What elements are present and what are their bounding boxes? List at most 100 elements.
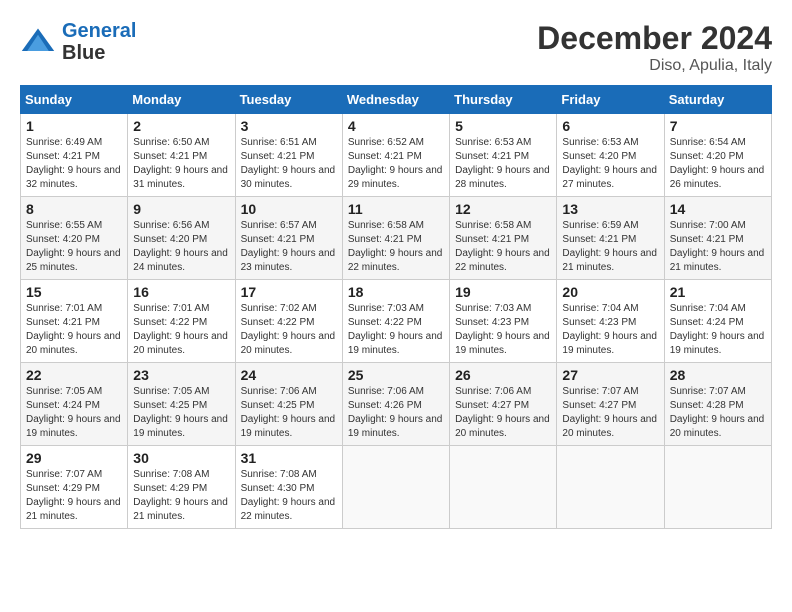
calendar-cell: 26 Sunrise: 7:06 AMSunset: 4:27 PMDayligh… bbox=[450, 363, 557, 446]
calendar-table: SundayMondayTuesdayWednesdayThursdayFrid… bbox=[20, 85, 772, 529]
day-info: Sunrise: 6:51 AMSunset: 4:21 PMDaylight:… bbox=[241, 136, 337, 192]
day-number: 24 bbox=[241, 367, 337, 383]
title-area: December 2024 Diso, Apulia, Italy bbox=[537, 20, 772, 75]
day-number: 15 bbox=[26, 284, 122, 300]
column-header-tuesday: Tuesday bbox=[235, 86, 342, 114]
column-header-sunday: Sunday bbox=[21, 86, 128, 114]
logo-line2: Blue bbox=[62, 42, 136, 64]
calendar-cell: 31Sunrise: 7:08 AMSunset: 4:30 PMDayligh… bbox=[235, 446, 342, 529]
day-number: 6 bbox=[562, 118, 658, 134]
day-info: Sunrise: 7:08 AMSunset: 4:29 PMDaylight:… bbox=[133, 468, 229, 524]
calendar-cell: 12 Sunrise: 6:58 AMSunset: 4:21 PMDayligh… bbox=[450, 197, 557, 280]
day-number: 16 bbox=[133, 284, 229, 300]
day-number: 8 bbox=[26, 201, 122, 217]
calendar-cell: 25Sunrise: 7:06 AMSunset: 4:26 PMDayligh… bbox=[342, 363, 449, 446]
calendar-cell: 17 Sunrise: 7:02 AMSunset: 4:22 PMDayligh… bbox=[235, 280, 342, 363]
day-number: 13 bbox=[562, 201, 658, 217]
calendar-week-5: 29 Sunrise: 7:07 AMSunset: 4:29 PMDayligh… bbox=[21, 446, 772, 529]
calendar-cell: 24 Sunrise: 7:06 AMSunset: 4:25 PMDayligh… bbox=[235, 363, 342, 446]
column-header-friday: Friday bbox=[557, 86, 664, 114]
calendar-cell: 20 Sunrise: 7:04 AMSunset: 4:23 PMDayligh… bbox=[557, 280, 664, 363]
calendar-cell: 13 Sunrise: 6:59 AMSunset: 4:21 PMDayligh… bbox=[557, 197, 664, 280]
day-info: Sunrise: 7:01 AMSunset: 4:22 PMDaylight:… bbox=[133, 302, 229, 358]
calendar-cell: 14 Sunrise: 7:00 AMSunset: 4:21 PMDayligh… bbox=[664, 197, 771, 280]
page-header: General Blue December 2024 Diso, Apulia,… bbox=[20, 20, 772, 75]
day-info: Sunrise: 6:50 AMSunset: 4:21 PMDaylight:… bbox=[133, 136, 229, 192]
calendar-cell: 30Sunrise: 7:08 AMSunset: 4:29 PMDayligh… bbox=[128, 446, 235, 529]
calendar-cell bbox=[342, 446, 449, 529]
month-title: December 2024 bbox=[537, 20, 772, 57]
day-info: Sunrise: 7:05 AMSunset: 4:24 PMDaylight:… bbox=[26, 385, 122, 441]
column-header-wednesday: Wednesday bbox=[342, 86, 449, 114]
calendar-cell: 5 Sunrise: 6:53 AMSunset: 4:21 PMDaylight… bbox=[450, 114, 557, 197]
day-number: 1 bbox=[26, 118, 122, 134]
calendar-week-1: 1 Sunrise: 6:49 AMSunset: 4:21 PMDaylight… bbox=[21, 114, 772, 197]
calendar-cell: 10 Sunrise: 6:57 AMSunset: 4:21 PMDayligh… bbox=[235, 197, 342, 280]
day-info: Sunrise: 7:05 AMSunset: 4:25 PMDaylight:… bbox=[133, 385, 229, 441]
calendar-cell bbox=[664, 446, 771, 529]
calendar-cell: 15 Sunrise: 7:01 AMSunset: 4:21 PMDayligh… bbox=[21, 280, 128, 363]
calendar-cell: 8Sunrise: 6:55 AMSunset: 4:20 PMDaylight… bbox=[21, 197, 128, 280]
day-number: 11 bbox=[348, 201, 444, 217]
calendar-cell: 21 Sunrise: 7:04 AMSunset: 4:24 PMDayligh… bbox=[664, 280, 771, 363]
day-info: Sunrise: 7:02 AMSunset: 4:22 PMDaylight:… bbox=[241, 302, 337, 358]
calendar-week-4: 22 Sunrise: 7:05 AMSunset: 4:24 PMDayligh… bbox=[21, 363, 772, 446]
calendar-cell: 27 Sunrise: 7:07 AMSunset: 4:27 PMDayligh… bbox=[557, 363, 664, 446]
day-number: 20 bbox=[562, 284, 658, 300]
day-info: Sunrise: 6:58 AMSunset: 4:21 PMDaylight:… bbox=[348, 219, 444, 275]
calendar-cell: 23 Sunrise: 7:05 AMSunset: 4:25 PMDayligh… bbox=[128, 363, 235, 446]
day-number: 22 bbox=[26, 367, 122, 383]
day-info: Sunrise: 7:07 AMSunset: 4:27 PMDaylight:… bbox=[562, 385, 658, 441]
day-info: Sunrise: 7:01 AMSunset: 4:21 PMDaylight:… bbox=[26, 302, 122, 358]
day-number: 29 bbox=[26, 450, 122, 466]
day-info: Sunrise: 7:04 AMSunset: 4:23 PMDaylight:… bbox=[562, 302, 658, 358]
day-info: Sunrise: 7:00 AMSunset: 4:21 PMDaylight:… bbox=[670, 219, 766, 275]
day-info: Sunrise: 6:53 AMSunset: 4:21 PMDaylight:… bbox=[455, 136, 551, 192]
logo-icon bbox=[20, 24, 56, 60]
logo-line1: General bbox=[62, 20, 136, 42]
day-number: 9 bbox=[133, 201, 229, 217]
calendar-cell: 16 Sunrise: 7:01 AMSunset: 4:22 PMDayligh… bbox=[128, 280, 235, 363]
calendar-header-row: SundayMondayTuesdayWednesdayThursdayFrid… bbox=[21, 86, 772, 114]
calendar-week-2: 8Sunrise: 6:55 AMSunset: 4:20 PMDaylight… bbox=[21, 197, 772, 280]
day-number: 4 bbox=[348, 118, 444, 134]
day-info: Sunrise: 7:04 AMSunset: 4:24 PMDaylight:… bbox=[670, 302, 766, 358]
day-number: 31 bbox=[241, 450, 337, 466]
calendar-week-3: 15 Sunrise: 7:01 AMSunset: 4:21 PMDayligh… bbox=[21, 280, 772, 363]
day-info: Sunrise: 7:06 AMSunset: 4:25 PMDaylight:… bbox=[241, 385, 337, 441]
day-number: 19 bbox=[455, 284, 551, 300]
day-number: 27 bbox=[562, 367, 658, 383]
day-info: Sunrise: 6:54 AMSunset: 4:20 PMDaylight:… bbox=[670, 136, 766, 192]
day-info: Sunrise: 6:57 AMSunset: 4:21 PMDaylight:… bbox=[241, 219, 337, 275]
day-info: Sunrise: 6:56 AMSunset: 4:20 PMDaylight:… bbox=[133, 219, 229, 275]
day-number: 26 bbox=[455, 367, 551, 383]
day-number: 10 bbox=[241, 201, 337, 217]
day-number: 12 bbox=[455, 201, 551, 217]
column-header-thursday: Thursday bbox=[450, 86, 557, 114]
day-number: 23 bbox=[133, 367, 229, 383]
calendar-cell: 1 Sunrise: 6:49 AMSunset: 4:21 PMDaylight… bbox=[21, 114, 128, 197]
calendar-cell: 6Sunrise: 6:53 AMSunset: 4:20 PMDaylight… bbox=[557, 114, 664, 197]
day-number: 17 bbox=[241, 284, 337, 300]
day-info: Sunrise: 7:06 AMSunset: 4:27 PMDaylight:… bbox=[455, 385, 551, 441]
day-info: Sunrise: 6:49 AMSunset: 4:21 PMDaylight:… bbox=[26, 136, 122, 192]
calendar-cell bbox=[450, 446, 557, 529]
day-info: Sunrise: 7:07 AMSunset: 4:28 PMDaylight:… bbox=[670, 385, 766, 441]
day-number: 14 bbox=[670, 201, 766, 217]
day-number: 3 bbox=[241, 118, 337, 134]
day-number: 21 bbox=[670, 284, 766, 300]
day-info: Sunrise: 6:58 AMSunset: 4:21 PMDaylight:… bbox=[455, 219, 551, 275]
day-number: 18 bbox=[348, 284, 444, 300]
day-number: 2 bbox=[133, 118, 229, 134]
calendar-cell: 28Sunrise: 7:07 AMSunset: 4:28 PMDayligh… bbox=[664, 363, 771, 446]
day-number: 5 bbox=[455, 118, 551, 134]
calendar-cell: 4 Sunrise: 6:52 AMSunset: 4:21 PMDaylight… bbox=[342, 114, 449, 197]
calendar-cell: 19Sunrise: 7:03 AMSunset: 4:23 PMDayligh… bbox=[450, 280, 557, 363]
calendar-cell bbox=[557, 446, 664, 529]
day-info: Sunrise: 6:52 AMSunset: 4:21 PMDaylight:… bbox=[348, 136, 444, 192]
day-info: Sunrise: 7:07 AMSunset: 4:29 PMDaylight:… bbox=[26, 468, 122, 524]
calendar-cell: 22 Sunrise: 7:05 AMSunset: 4:24 PMDayligh… bbox=[21, 363, 128, 446]
logo-text: General Blue bbox=[62, 20, 136, 64]
day-number: 7 bbox=[670, 118, 766, 134]
day-info: Sunrise: 6:59 AMSunset: 4:21 PMDaylight:… bbox=[562, 219, 658, 275]
